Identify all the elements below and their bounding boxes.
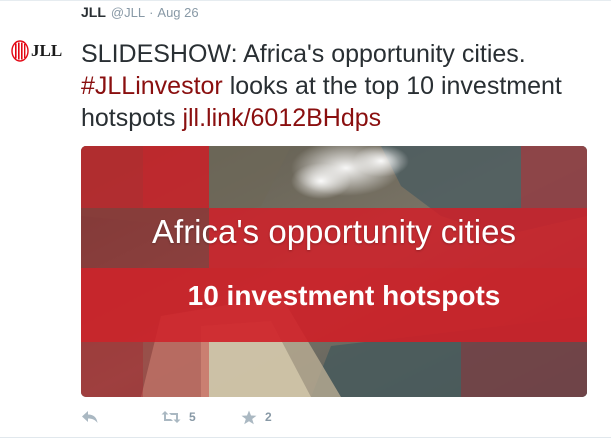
separator-dot: ·	[149, 5, 154, 20]
tweet-text: SLIDESHOW: Africa's opportunity cities. …	[81, 38, 601, 134]
bottom-divider	[0, 437, 611, 438]
reply-button[interactable]	[81, 410, 161, 424]
tweet-text-line3: hotspots	[81, 104, 183, 132]
top-divider	[0, 0, 611, 1]
retweet-icon	[161, 411, 181, 423]
tweet-timestamp[interactable]: Aug 26	[157, 5, 198, 20]
media-title: Africa's opportunity cities	[152, 213, 516, 250]
url-link[interactable]: jll.link/6012BHdps	[182, 104, 381, 132]
author-name[interactable]: JLL	[81, 4, 106, 20]
tweet-text-line2: looks at the top 10 investment	[222, 72, 562, 100]
star-icon	[241, 410, 257, 424]
media-image[interactable]: Africa's opportunity cities 10 investmen…	[81, 146, 587, 397]
author-handle[interactable]: @JLL	[111, 5, 145, 20]
aerial-city-graphic	[81, 146, 587, 397]
avatar-logo-text: JLL	[31, 41, 63, 60]
tweet-text-line1: SLIDESHOW: Africa's opportunity cities.	[81, 40, 526, 68]
tweet-header: JLL @JLL · Aug 26	[81, 4, 199, 24]
media-subtitle: 10 investment hotspots	[187, 280, 501, 311]
hashtag-link[interactable]: #JLLinvestor	[81, 72, 223, 100]
favorite-count: 2	[265, 410, 272, 424]
jll-logo-icon	[11, 40, 29, 62]
retweet-count: 5	[189, 410, 196, 424]
reply-icon	[82, 411, 98, 423]
tweet-actions: 5 2	[81, 406, 321, 428]
retweet-button[interactable]: 5	[161, 410, 241, 424]
favorite-button[interactable]: 2	[241, 410, 321, 425]
avatar[interactable]: JLL	[11, 38, 73, 64]
